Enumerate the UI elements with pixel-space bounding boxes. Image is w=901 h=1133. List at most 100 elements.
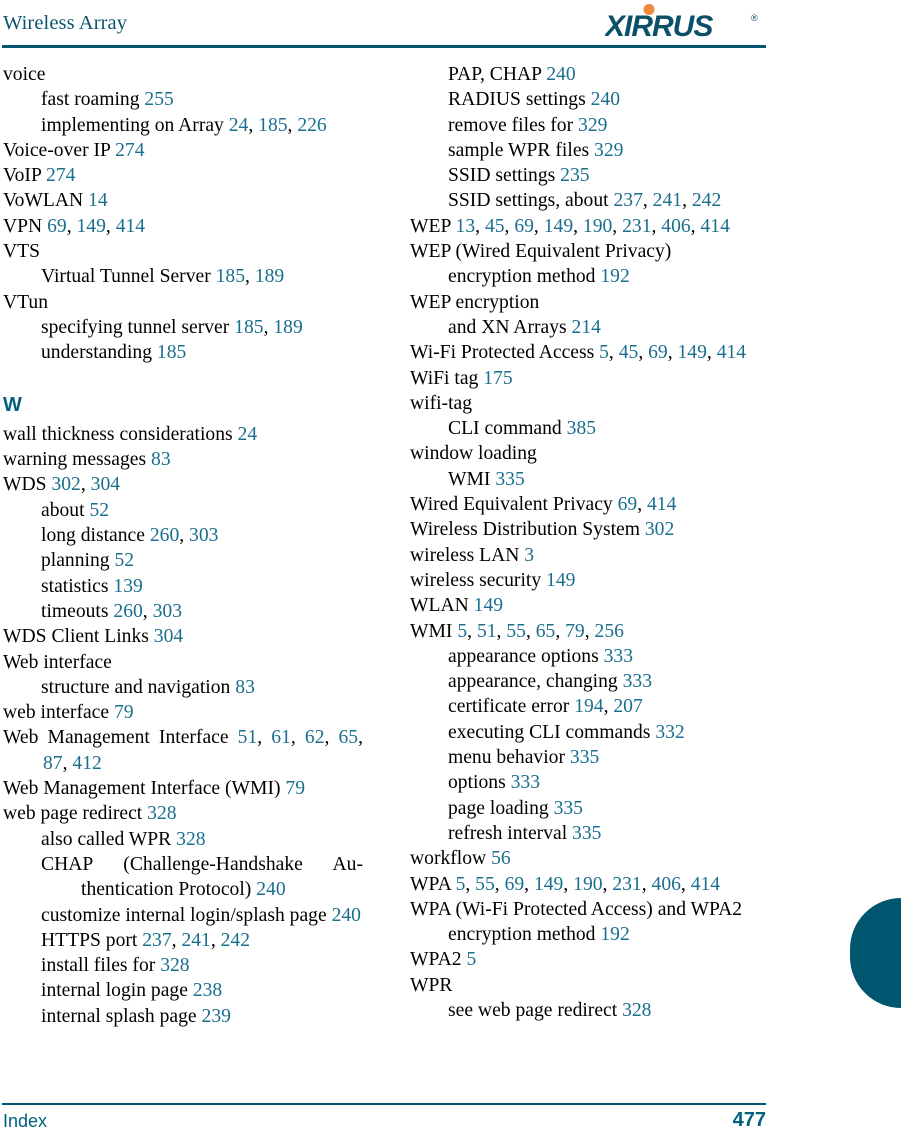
index-page-reference[interactable]: 302: [51, 474, 80, 495]
index-page-reference[interactable]: 5: [599, 342, 609, 363]
index-page-reference[interactable]: 328: [160, 955, 189, 976]
index-page-reference[interactable]: 5: [466, 949, 476, 970]
index-page-reference[interactable]: 241: [181, 930, 210, 951]
index-page-reference[interactable]: 406: [661, 216, 690, 237]
index-page-reference[interactable]: 83: [151, 449, 171, 470]
index-page-reference[interactable]: 302: [645, 519, 674, 540]
index-page-reference[interactable]: 189: [273, 317, 302, 338]
index-page-reference[interactable]: 242: [221, 930, 250, 951]
index-page-reference[interactable]: 237: [142, 930, 171, 951]
index-page-reference[interactable]: 241: [653, 190, 682, 211]
index-page-reference[interactable]: 56: [491, 848, 511, 869]
index-page-reference[interactable]: 189: [255, 266, 284, 287]
index-page-reference[interactable]: 333: [511, 772, 540, 793]
index-page-reference[interactable]: 61: [271, 727, 291, 748]
index-page-reference[interactable]: 185: [216, 266, 245, 287]
index-page-reference[interactable]: 304: [91, 474, 120, 495]
index-page-reference[interactable]: 335: [570, 747, 599, 768]
index-page-reference[interactable]: 328: [147, 803, 176, 824]
index-page-reference[interactable]: 332: [655, 722, 684, 743]
index-page-reference[interactable]: 240: [256, 879, 285, 900]
index-page-reference[interactable]: 335: [554, 798, 583, 819]
index-page-reference[interactable]: 260: [113, 601, 142, 622]
index-page-reference[interactable]: 13: [456, 216, 476, 237]
index-page-reference[interactable]: 231: [622, 216, 651, 237]
index-page-reference[interactable]: 175: [483, 368, 512, 389]
index-page-reference[interactable]: 79: [114, 702, 134, 723]
index-page-reference[interactable]: 414: [116, 216, 145, 237]
index-page-reference[interactable]: 24: [229, 115, 249, 136]
index-page-reference[interactable]: 304: [154, 626, 183, 647]
index-page-reference[interactable]: 65: [536, 621, 556, 642]
index-page-reference[interactable]: 207: [613, 696, 642, 717]
index-page-reference[interactable]: 149: [544, 216, 573, 237]
index-page-reference[interactable]: 185: [234, 317, 263, 338]
index-page-reference[interactable]: 52: [89, 500, 109, 521]
index-page-reference[interactable]: 414: [717, 342, 746, 363]
index-page-reference[interactable]: 214: [572, 317, 601, 338]
index-page-reference[interactable]: 333: [623, 671, 652, 692]
index-page-reference[interactable]: 5: [456, 874, 466, 895]
index-page-reference[interactable]: 87: [43, 753, 63, 774]
index-page-reference[interactable]: 235: [560, 165, 589, 186]
index-page-reference[interactable]: 335: [495, 469, 524, 490]
index-page-reference[interactable]: 3: [524, 545, 534, 566]
index-page-reference[interactable]: 55: [475, 874, 495, 895]
index-page-reference[interactable]: 239: [202, 1006, 231, 1027]
index-page-reference[interactable]: 55: [506, 621, 526, 642]
index-page-reference[interactable]: 185: [157, 342, 186, 363]
index-page-reference[interactable]: 45: [619, 342, 639, 363]
index-page-reference[interactable]: 185: [258, 115, 287, 136]
index-page-reference[interactable]: 303: [189, 525, 218, 546]
index-page-reference[interactable]: 238: [193, 980, 222, 1001]
index-page-reference[interactable]: 303: [153, 601, 182, 622]
index-page-reference[interactable]: 149: [534, 874, 563, 895]
index-page-reference[interactable]: 5: [457, 621, 467, 642]
index-page-reference[interactable]: 240: [332, 905, 361, 926]
index-page-reference[interactable]: 328: [622, 1000, 651, 1021]
index-page-reference[interactable]: 414: [647, 494, 676, 515]
index-page-reference[interactable]: 149: [474, 595, 503, 616]
index-page-reference[interactable]: 79: [565, 621, 585, 642]
index-page-reference[interactable]: 240: [546, 64, 575, 85]
index-page-reference[interactable]: 385: [567, 418, 596, 439]
index-page-reference[interactable]: 69: [618, 494, 638, 515]
index-page-reference[interactable]: 45: [485, 216, 505, 237]
index-page-reference[interactable]: 256: [595, 621, 624, 642]
index-page-reference[interactable]: 240: [591, 89, 620, 110]
index-page-reference[interactable]: 412: [72, 753, 101, 774]
index-page-reference[interactable]: 190: [583, 216, 612, 237]
index-page-reference[interactable]: 69: [505, 874, 525, 895]
index-page-reference[interactable]: 335: [572, 823, 601, 844]
index-page-reference[interactable]: 24: [238, 424, 258, 445]
index-page-reference[interactable]: 62: [305, 727, 325, 748]
index-page-reference[interactable]: 190: [573, 874, 602, 895]
index-page-reference[interactable]: 51: [477, 621, 497, 642]
index-page-reference[interactable]: 52: [114, 550, 134, 571]
index-page-reference[interactable]: 260: [150, 525, 179, 546]
index-page-reference[interactable]: 333: [604, 646, 633, 667]
index-page-reference[interactable]: 237: [613, 190, 642, 211]
index-page-reference[interactable]: 231: [612, 874, 641, 895]
index-page-reference[interactable]: 69: [47, 216, 67, 237]
index-page-reference[interactable]: 255: [144, 89, 173, 110]
index-page-reference[interactable]: 149: [77, 216, 106, 237]
index-page-reference[interactable]: 83: [235, 677, 255, 698]
index-page-reference[interactable]: 14: [88, 190, 108, 211]
index-page-reference[interactable]: 274: [46, 165, 75, 186]
index-page-reference[interactable]: 192: [600, 266, 629, 287]
index-page-reference[interactable]: 406: [652, 874, 681, 895]
index-page-reference[interactable]: 149: [546, 570, 575, 591]
index-page-reference[interactable]: 139: [113, 576, 142, 597]
index-page-reference[interactable]: 414: [700, 216, 729, 237]
index-page-reference[interactable]: 65: [339, 727, 359, 748]
index-page-reference[interactable]: 329: [578, 115, 607, 136]
index-page-reference[interactable]: 69: [514, 216, 534, 237]
index-page-reference[interactable]: 194: [574, 696, 603, 717]
index-page-reference[interactable]: 226: [297, 115, 326, 136]
index-page-reference[interactable]: 79: [285, 778, 305, 799]
index-page-reference[interactable]: 69: [648, 342, 668, 363]
index-page-reference[interactable]: 192: [600, 924, 629, 945]
index-page-reference[interactable]: 329: [594, 140, 623, 161]
index-page-reference[interactable]: 149: [678, 342, 707, 363]
